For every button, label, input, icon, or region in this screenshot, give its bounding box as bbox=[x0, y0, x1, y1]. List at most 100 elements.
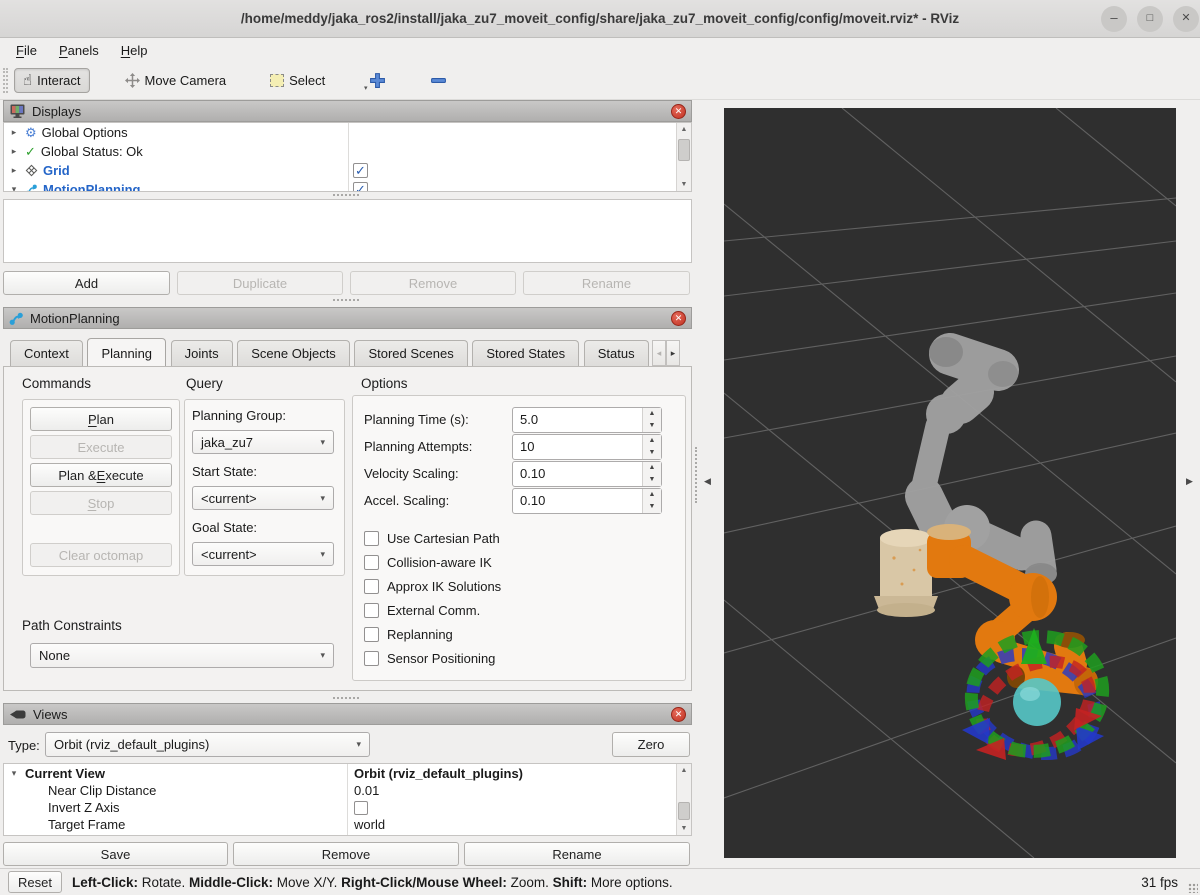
velocity-scaling-spinbox[interactable]: 0.10 ▲▼ bbox=[512, 461, 662, 487]
invert-z-axis-checkbox[interactable] bbox=[354, 801, 368, 815]
sensor-positioning-option[interactable]: Sensor Positioning bbox=[364, 651, 495, 666]
collision-aware-ik-checkbox[interactable] bbox=[364, 555, 379, 570]
move-camera-tool-button[interactable]: Move Camera bbox=[116, 68, 236, 93]
minimize-button[interactable]: – bbox=[1101, 6, 1127, 32]
goal-state-select[interactable]: <current>▾ bbox=[192, 542, 334, 566]
use-cartesian-path-option[interactable]: Use Cartesian Path bbox=[364, 531, 500, 546]
tab-scroll-right-icon[interactable]: ▸ bbox=[666, 340, 680, 366]
views-panel-header[interactable]: Views ✕ bbox=[3, 703, 692, 725]
scroll-down-icon[interactable]: ▼ bbox=[677, 178, 691, 191]
splitter-handle[interactable] bbox=[333, 194, 359, 196]
spin-arrows-icon[interactable]: ▲▼ bbox=[642, 489, 661, 513]
tab-status[interactable]: Status bbox=[584, 340, 649, 366]
collapse-left-icon[interactable]: ◀ bbox=[704, 476, 711, 487]
path-constraints-select[interactable]: None▾ bbox=[30, 643, 334, 668]
menu-file[interactable]: File bbox=[6, 41, 47, 60]
motion-planning-panel-header[interactable]: MotionPlanning ✕ bbox=[3, 307, 692, 329]
close-button[interactable]: ✕ bbox=[1173, 6, 1199, 32]
collapse-icon[interactable]: ▾ bbox=[8, 184, 20, 192]
render-viewport[interactable] bbox=[724, 108, 1176, 858]
displays-scrollbar[interactable]: ▲ ▼ bbox=[676, 123, 691, 191]
tab-context[interactable]: Context bbox=[10, 340, 83, 366]
tab-planning[interactable]: Planning bbox=[87, 338, 166, 366]
interact-tool-button[interactable]: ☝ Interact bbox=[14, 68, 90, 93]
splitter-handle[interactable] bbox=[333, 697, 359, 699]
resize-grip[interactable] bbox=[1188, 883, 1198, 893]
tab-stored-states[interactable]: Stored States bbox=[472, 340, 579, 366]
view-type-select[interactable]: Orbit (rviz_default_plugins)▾ bbox=[45, 732, 370, 757]
grid-enabled-checkbox[interactable]: ✓ bbox=[353, 163, 368, 178]
spin-arrows-icon[interactable]: ▲▼ bbox=[642, 435, 661, 459]
motion-planning-close-icon[interactable]: ✕ bbox=[671, 311, 686, 326]
external-comm-checkbox[interactable] bbox=[364, 603, 379, 618]
toolbar-overflow-icon[interactable]: ▾ bbox=[364, 84, 368, 92]
tree-row-grid[interactable]: ▸ Grid ✓ bbox=[4, 161, 691, 180]
expand-icon[interactable]: ▸ bbox=[8, 165, 20, 176]
external-comm-option[interactable]: External Comm. bbox=[364, 603, 480, 618]
accel-scaling-spinbox[interactable]: 0.10 ▲▼ bbox=[512, 488, 662, 514]
displays-close-icon[interactable]: ✕ bbox=[671, 104, 686, 119]
remove-display-button[interactable]: Remove bbox=[350, 271, 516, 295]
collapse-icon[interactable]: ▾ bbox=[8, 768, 20, 779]
menu-help[interactable]: Help bbox=[111, 41, 158, 60]
start-state-select[interactable]: <current>▾ bbox=[192, 486, 334, 510]
reset-button[interactable]: Reset bbox=[8, 871, 62, 893]
use-cartesian-path-checkbox[interactable] bbox=[364, 531, 379, 546]
splitter-handle[interactable] bbox=[333, 299, 359, 301]
clear-octomap-button[interactable]: Clear octomap bbox=[30, 543, 172, 567]
plan-button[interactable]: Plan bbox=[30, 407, 172, 431]
views-close-icon[interactable]: ✕ bbox=[671, 707, 686, 722]
panel-splitter[interactable]: ◀ bbox=[692, 100, 724, 868]
scroll-up-icon[interactable]: ▲ bbox=[677, 123, 691, 136]
replanning-checkbox[interactable] bbox=[364, 627, 379, 642]
collision-aware-ik-option[interactable]: Collision-aware IK bbox=[364, 555, 492, 570]
remove-tool-button[interactable] bbox=[421, 67, 456, 94]
marker-sphere[interactable] bbox=[1013, 678, 1061, 726]
toolbar-drag-handle[interactable] bbox=[3, 68, 8, 93]
approx-ik-solutions-option[interactable]: Approx IK Solutions bbox=[364, 579, 501, 594]
approx-ik-solutions-checkbox[interactable] bbox=[364, 579, 379, 594]
scrollbar-thumb[interactable] bbox=[678, 139, 690, 161]
zero-view-button[interactable]: Zero bbox=[612, 732, 690, 757]
add-display-button[interactable]: Add bbox=[3, 271, 170, 295]
render-scene[interactable] bbox=[724, 108, 1176, 858]
rename-display-button[interactable]: Rename bbox=[523, 271, 690, 295]
menu-panels[interactable]: Panels bbox=[49, 41, 109, 60]
views-scrollbar[interactable]: ▲ ▼ bbox=[676, 764, 691, 835]
plan-and-execute-button[interactable]: Plan & Execute bbox=[30, 463, 172, 487]
spin-arrows-icon[interactable]: ▲▼ bbox=[642, 408, 661, 432]
right-gutter[interactable]: ▶ bbox=[1176, 100, 1200, 868]
stop-button[interactable]: Stop bbox=[30, 491, 172, 515]
tree-row-global-options[interactable]: ▸ ⚙ Global Options bbox=[4, 123, 691, 142]
motion-planning-enabled-checkbox[interactable]: ✓ bbox=[353, 182, 368, 192]
current-view-row[interactable]: ▾ Current View Orbit (rviz_default_plugi… bbox=[4, 764, 691, 782]
maximize-button[interactable]: □ bbox=[1137, 6, 1163, 32]
tab-scene-objects[interactable]: Scene Objects bbox=[237, 340, 350, 366]
replanning-option[interactable]: Replanning bbox=[364, 627, 453, 642]
planning-time-spinbox[interactable]: 5.0 ▲▼ bbox=[512, 407, 662, 433]
collapse-right-icon[interactable]: ▶ bbox=[1186, 476, 1193, 487]
planning-group-select[interactable]: jaka_zu7▾ bbox=[192, 430, 334, 454]
target-frame-row[interactable]: Target Frame world bbox=[4, 816, 691, 833]
scroll-down-icon[interactable]: ▼ bbox=[677, 822, 691, 835]
duplicate-display-button[interactable]: Duplicate bbox=[177, 271, 343, 295]
save-view-button[interactable]: Save bbox=[3, 842, 228, 866]
near-clip-distance-row[interactable]: Near Clip Distance 0.01 bbox=[4, 782, 691, 799]
sensor-positioning-checkbox[interactable] bbox=[364, 651, 379, 666]
execute-button[interactable]: Execute bbox=[30, 435, 172, 459]
expand-icon[interactable]: ▸ bbox=[8, 146, 20, 157]
remove-view-button[interactable]: Remove bbox=[233, 842, 459, 866]
tab-scroll-left-icon[interactable]: ◂ bbox=[652, 340, 666, 366]
scrollbar-thumb[interactable] bbox=[678, 802, 690, 820]
displays-panel-header[interactable]: Displays ✕ bbox=[3, 100, 692, 122]
invert-z-axis-row[interactable]: Invert Z Axis bbox=[4, 799, 691, 816]
tab-joints[interactable]: Joints bbox=[171, 340, 233, 366]
tab-stored-scenes[interactable]: Stored Scenes bbox=[354, 340, 467, 366]
rename-view-button[interactable]: Rename bbox=[464, 842, 690, 866]
scroll-up-icon[interactable]: ▲ bbox=[677, 764, 691, 777]
spin-arrows-icon[interactable]: ▲▼ bbox=[642, 462, 661, 486]
tree-row-motion-planning[interactable]: ▾ MotionPlanning ✓ bbox=[4, 180, 691, 192]
select-tool-button[interactable]: Select bbox=[261, 68, 334, 93]
tree-row-global-status[interactable]: ▸ ✓ Global Status: Ok bbox=[4, 142, 691, 161]
expand-icon[interactable]: ▸ bbox=[8, 127, 20, 138]
